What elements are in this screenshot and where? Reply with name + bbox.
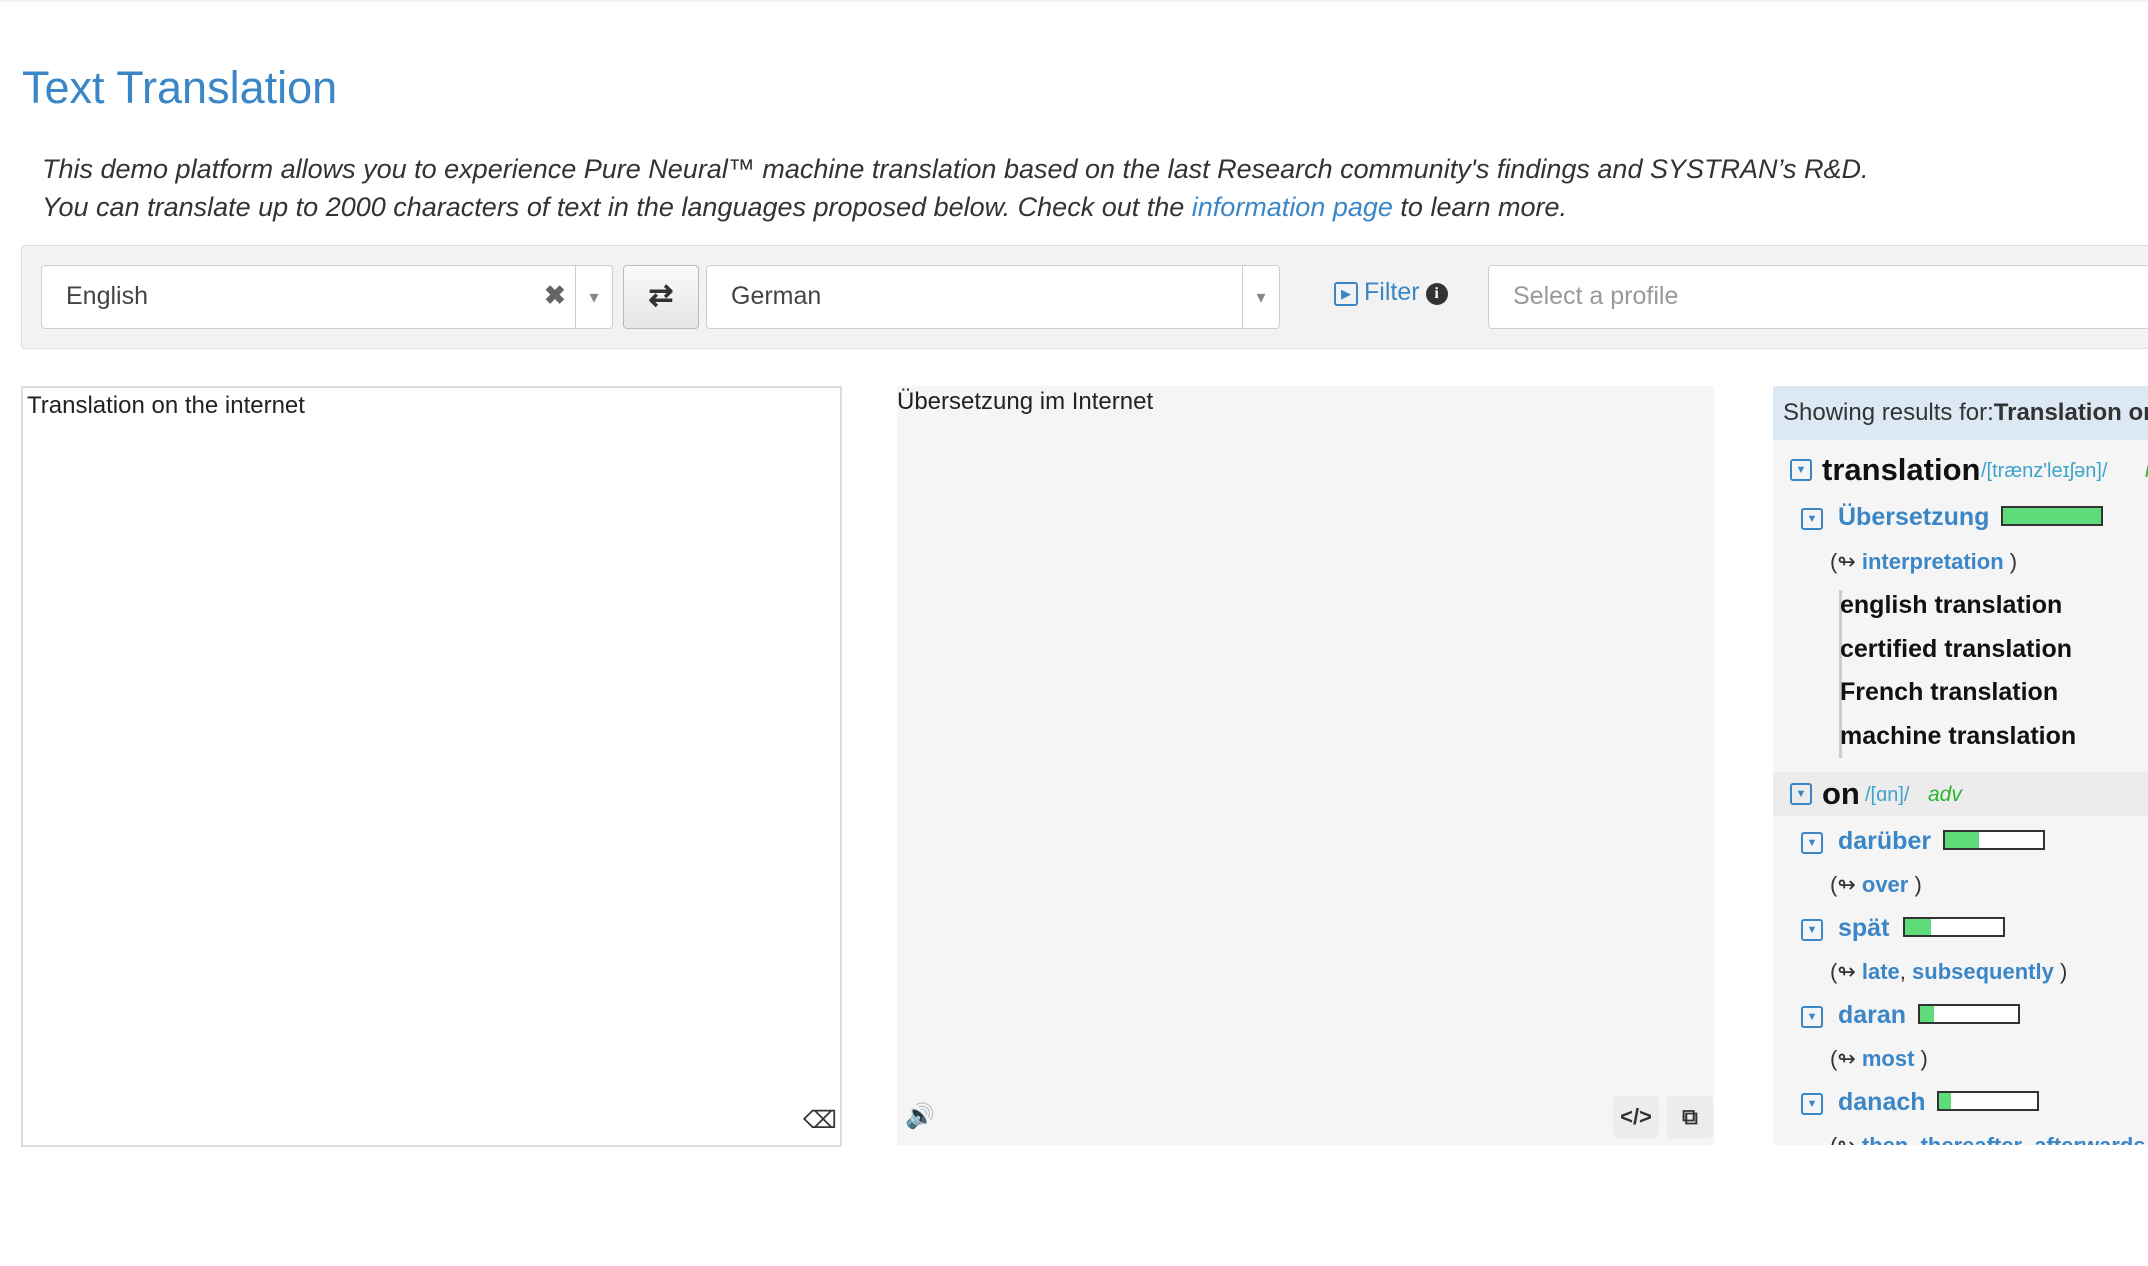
info-icon[interactable]: i — [1425, 283, 1448, 305]
entry-head-on: ▼ on /[ɑn]/ adv — [1773, 772, 2148, 816]
speaker-icon[interactable]: 🔊 — [905, 1102, 935, 1131]
translation-link[interactable]: spät — [1838, 914, 1889, 943]
example-phrase[interactable]: certified translation — [1840, 635, 2072, 664]
profile-select[interactable]: Select a profile — [1488, 265, 2148, 329]
filter-button[interactable]: ▶ Filter i — [1334, 278, 1448, 307]
translation-link[interactable]: darüber — [1838, 827, 1931, 856]
back-translation-link[interactable]: late — [1862, 959, 1900, 984]
example-phrase[interactable]: english translation — [1840, 591, 2062, 620]
example-phrase[interactable]: machine translation — [1840, 722, 2076, 751]
dictionary-panel: Showing results for:Translation on the i… — [1773, 386, 2148, 1145]
collapse-toggle-icon[interactable]: ▼ — [1801, 1093, 1823, 1115]
pronunciation: /[trænz'leɪʃən]/ — [1981, 460, 2108, 482]
language-toolbar: English ✖ ▾ ⇄ German ▾ ▶ Filter i Select a… — [21, 245, 2148, 349]
translation-link[interactable]: danach — [1838, 1088, 1926, 1117]
description-text-end: to learn more. — [1392, 192, 1567, 222]
back-translations: (↬ over ) — [1830, 872, 1922, 897]
frequency-bar — [1903, 917, 2005, 937]
back-translation-link[interactable]: afterwards — [2034, 1133, 2145, 1145]
collapse-toggle-icon[interactable]: ▼ — [1801, 508, 1823, 530]
description: This demo platform allows you to experie… — [42, 150, 1869, 226]
dictionary-header: Showing results for:Translation on the i… — [1773, 386, 2148, 440]
entry-head-translation: ▼ translation /[trænz'leɪʃən]/ n — [1773, 448, 2148, 492]
translation-text: Übersetzung im Internet — [897, 388, 1154, 415]
frequency-fill — [1905, 919, 1932, 935]
description-line-1: This demo platform allows you to experie… — [42, 154, 1869, 184]
translation-link[interactable]: Übersetzung — [1838, 503, 1989, 532]
back-translations: (↬ late, subsequently ) — [1830, 959, 2068, 984]
source-language-value: English — [66, 282, 148, 310]
translation-output-area: Übersetzung im Internet 🔊 </> ⧉ — [897, 386, 1714, 1145]
source-language-select[interactable]: English ✖ ▾ — [41, 265, 613, 329]
headword: translation — [1822, 452, 1981, 487]
clear-icon[interactable]: ✖ — [544, 280, 566, 311]
swap-languages-button[interactable]: ⇄ — [623, 265, 699, 329]
chevron-down-icon[interactable]: ▾ — [575, 266, 612, 328]
description-line-2: You can translate up to 2000 characters … — [42, 188, 1869, 226]
back-translation-link[interactable]: over — [1862, 872, 1908, 897]
frequency-fill — [2003, 508, 2101, 524]
target-language-select[interactable]: German ▾ — [706, 265, 1280, 329]
profile-placeholder: Select a profile — [1513, 282, 1679, 310]
frequency-fill — [1939, 1093, 1951, 1109]
back-translation-link[interactable]: thereafter — [1921, 1133, 2022, 1145]
part-of-speech: adv — [1928, 783, 1962, 806]
frequency-fill — [1920, 1006, 1934, 1022]
page-title: Text Translation — [22, 62, 338, 113]
copy-button[interactable]: ⧉ — [1667, 1096, 1713, 1138]
back-translations: (↬ then, thereafter, afterwards ) — [1830, 1133, 2148, 1145]
back-translation-link[interactable]: most — [1862, 1046, 1915, 1071]
results-label: Showing results for: — [1783, 399, 1994, 426]
headword: on — [1822, 776, 1860, 811]
frequency-bar — [1937, 1091, 2039, 1111]
translation-link[interactable]: daran — [1838, 1001, 1906, 1030]
chevron-down-icon[interactable]: ▾ — [1242, 266, 1279, 328]
description-text: You can translate up to 2000 characters … — [42, 192, 1192, 222]
back-translations: (↬ most ) — [1830, 1046, 1928, 1071]
information-page-link[interactable]: information page — [1192, 192, 1393, 222]
example-phrase[interactable]: French translation — [1840, 678, 2058, 707]
frequency-bar — [2001, 506, 2103, 526]
source-text-area[interactable]: Translation on the internet ⌫ — [21, 386, 842, 1147]
code-view-button[interactable]: </> — [1613, 1096, 1659, 1138]
dictionary-header-text: Showing results for:Translation on the i… — [1783, 399, 2148, 427]
back-translation-link[interactable]: subsequently — [1912, 959, 2054, 984]
source-text: Translation on the internet — [27, 392, 305, 419]
back-translation-link[interactable]: interpretation — [1862, 549, 2004, 574]
eraser-icon[interactable]: ⌫ — [803, 1106, 837, 1135]
collapse-toggle-icon[interactable]: ▼ — [1801, 832, 1823, 854]
collapse-toggle-icon[interactable]: ▼ — [1801, 919, 1823, 941]
target-language-value: German — [731, 282, 822, 310]
collapse-toggle-icon[interactable]: ▼ — [1801, 1006, 1823, 1028]
back-translations: (↬ interpretation ) — [1830, 549, 2018, 574]
frequency-bar — [1918, 1004, 2020, 1024]
frequency-bar — [1943, 830, 2045, 850]
collapse-toggle-icon[interactable]: ▼ — [1790, 459, 1812, 481]
back-translation-link[interactable]: then — [1862, 1133, 1908, 1145]
collapse-toggle-icon[interactable]: ▼ — [1790, 783, 1812, 805]
top-border — [0, 0, 2148, 2]
filter-label: Filter — [1364, 278, 1420, 306]
frequency-fill — [1945, 832, 1980, 848]
results-query: Translation on the internet — [1993, 399, 2148, 426]
filter-icon: ▶ — [1334, 282, 1358, 306]
pronunciation: /[ɑn]/ — [1865, 784, 1910, 806]
